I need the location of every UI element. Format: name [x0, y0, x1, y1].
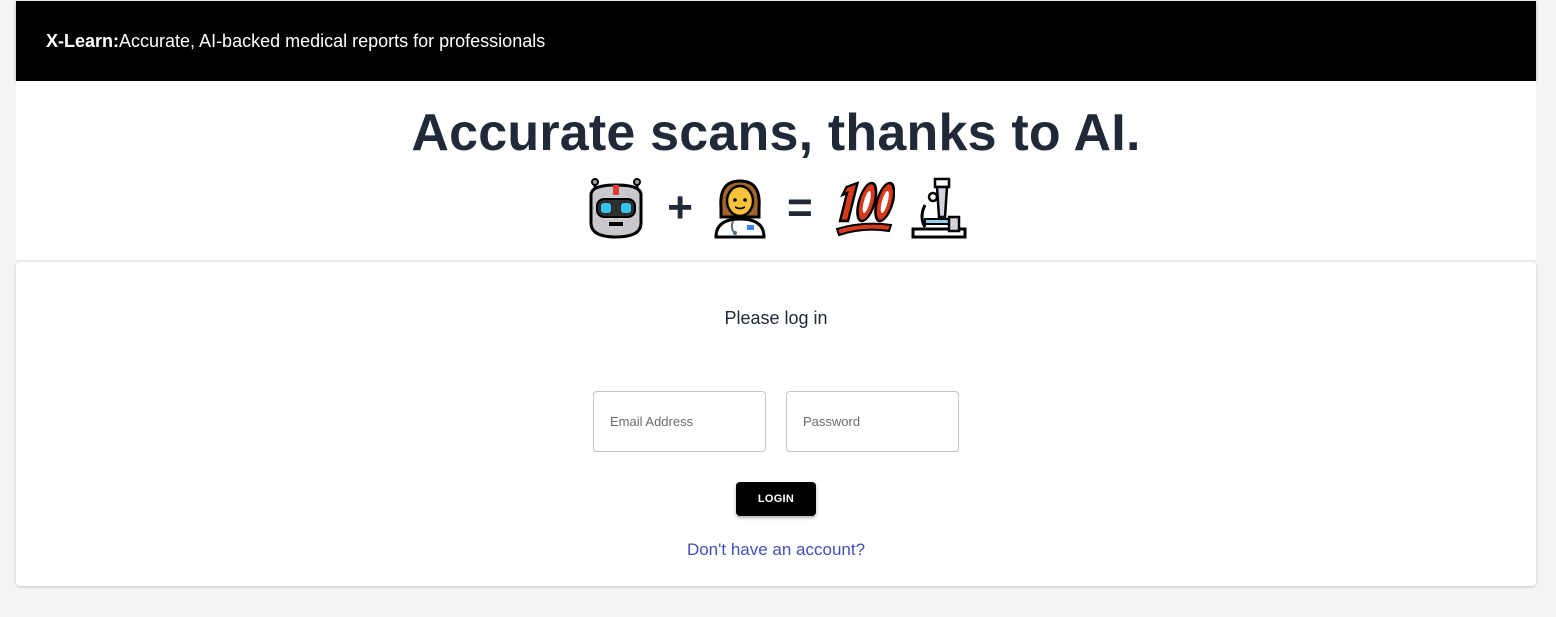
signup-link-container: Don't have an account? — [16, 540, 1536, 560]
brand-tagline: Accurate, AI-backed medical reports for … — [119, 30, 546, 51]
signup-link[interactable]: Don't have an account? — [687, 540, 865, 559]
hero-section: Accurate scans, thanks to AI. + = — [16, 81, 1536, 261]
hundred-points-icon — [833, 177, 895, 239]
email-field[interactable] — [593, 391, 766, 452]
app-bar: X-Learn: Accurate, AI-backed medical repo… — [16, 1, 1536, 81]
plus-sign: + — [667, 183, 693, 232]
woman-health-worker-icon — [713, 177, 767, 239]
brand-name: X-Learn: — [46, 30, 120, 51]
password-field[interactable] — [786, 391, 959, 452]
login-button[interactable]: LOGIN — [736, 482, 816, 516]
login-card: Please log in LOGIN Don't have an accoun… — [16, 262, 1536, 586]
hero-title: Accurate scans, thanks to AI. — [411, 104, 1141, 162]
robot-icon — [585, 177, 647, 239]
equals-sign: = — [787, 183, 813, 232]
microscope-icon — [911, 177, 967, 239]
emoji-equation: + = — [16, 177, 1536, 239]
login-prompt: Please log in — [724, 308, 828, 328]
